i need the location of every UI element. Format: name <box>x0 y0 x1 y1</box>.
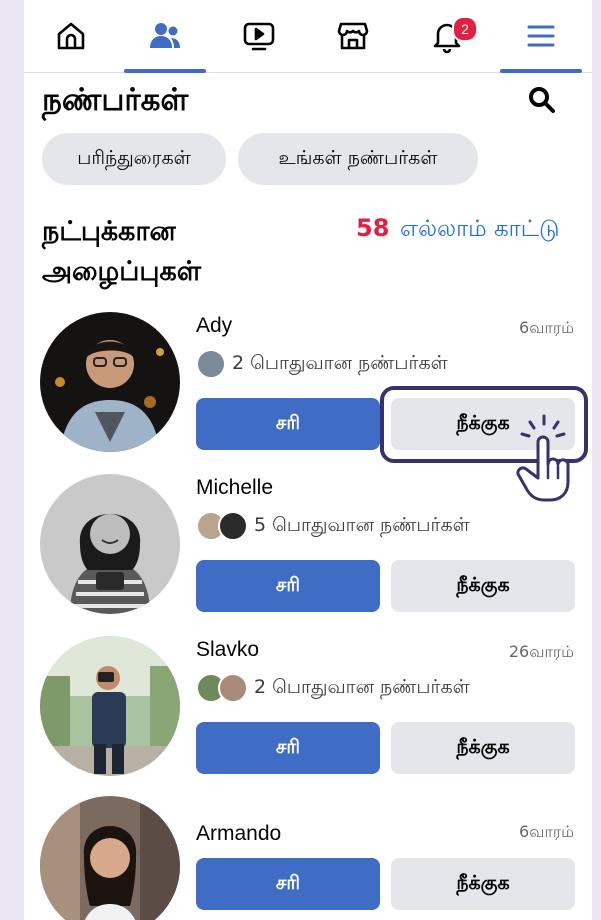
request-time: 6வாரம் <box>519 822 574 841</box>
mutual-friends: 2 பொதுவான நண்பர்கள் <box>196 672 470 704</box>
chip-your-friends[interactable]: உங்கள் நண்பர்கள் <box>238 133 478 185</box>
profile-photo <box>40 312 180 452</box>
friend-requests-heading: நட்புக்கான அழைப்புகள் <box>42 216 202 287</box>
avatar[interactable] <box>40 474 180 614</box>
request-time: 6வாரம் <box>519 318 574 337</box>
mutual-friends-text: 5 பொதுவான நண்பர்கள் <box>254 513 470 536</box>
mutual-friend-avatar <box>218 673 248 703</box>
profile-photo <box>40 636 180 776</box>
confirm-button[interactable]: சரி <box>196 398 380 450</box>
requester-name[interactable]: Slavko <box>196 638 259 662</box>
requester-name[interactable]: Michelle <box>196 476 273 500</box>
chip-suggestions[interactable]: பரிந்துரைகள் <box>42 133 226 185</box>
confirm-button[interactable]: சரி <box>196 722 380 774</box>
friends-icon <box>150 23 180 48</box>
mutual-friend-avatar <box>196 349 226 379</box>
see-all-link[interactable]: எல்லாம் காட்டு <box>400 216 560 245</box>
mutual-friend-avatar <box>218 511 248 541</box>
mutual-friends: 2 பொதுவான நண்பர்கள் <box>196 348 448 380</box>
profile-photo <box>40 474 180 614</box>
search-button[interactable] <box>524 82 560 118</box>
menu-icon <box>527 25 555 47</box>
marketplace-icon <box>337 22 369 50</box>
hand-pointer-icon <box>516 414 570 502</box>
remove-button[interactable]: நீக்குக <box>391 858 575 910</box>
mutual-friends: 5 பொதுவான நண்பர்கள் <box>196 510 470 542</box>
avatar[interactable] <box>40 636 180 776</box>
friends-screen: 2 நண்பர்கள் பரிந்துரைகள் உங்கள் நண்பர்கள… <box>24 0 592 920</box>
nav-home[interactable] <box>24 0 118 72</box>
search-icon <box>529 87 555 113</box>
active-tab-indicator <box>124 69 206 73</box>
video-icon <box>243 22 275 51</box>
page-title: நண்பர்கள் <box>42 82 189 118</box>
nav-menu[interactable] <box>494 0 588 73</box>
notification-badge: 2 <box>452 16 478 42</box>
profile-photo <box>40 796 180 920</box>
request-time: 26வாரம் <box>508 642 574 661</box>
menu-tab-indicator <box>500 69 582 73</box>
friend-request-card: Michelle 5 பொதுவான நண்பர்கள் சரி நீக்குக <box>24 474 592 634</box>
confirm-button[interactable]: சரி <box>196 560 380 612</box>
friend-request-card: Slavko 26வாரம் 2 பொதுவான நண்பர்கள் சரி ந… <box>24 636 592 796</box>
remove-button[interactable]: நீக்குக <box>391 722 575 774</box>
remove-button[interactable]: நீக்குக <box>391 560 575 612</box>
friend-request-card: Armando 6வாரம் சரி நீக்குக <box>24 796 592 920</box>
confirm-button[interactable]: சரி <box>196 858 380 910</box>
mutual-friends-text: 2 பொதுவான நண்பர்கள் <box>254 675 470 698</box>
requester-name[interactable]: Ady <box>196 314 232 338</box>
avatar[interactable] <box>40 312 180 452</box>
mutual-friends-text: 2 பொதுவான நண்பர்கள் <box>232 351 448 374</box>
top-nav: 2 <box>24 0 592 73</box>
nav-video[interactable] <box>212 0 306 72</box>
request-count: 58 <box>356 214 390 242</box>
home-icon <box>57 22 85 50</box>
avatar[interactable] <box>40 796 180 920</box>
requester-name[interactable]: Armando <box>196 822 281 846</box>
nav-friends[interactable] <box>118 0 212 73</box>
nav-marketplace[interactable] <box>306 0 400 72</box>
nav-notifications[interactable]: 2 <box>400 0 494 72</box>
